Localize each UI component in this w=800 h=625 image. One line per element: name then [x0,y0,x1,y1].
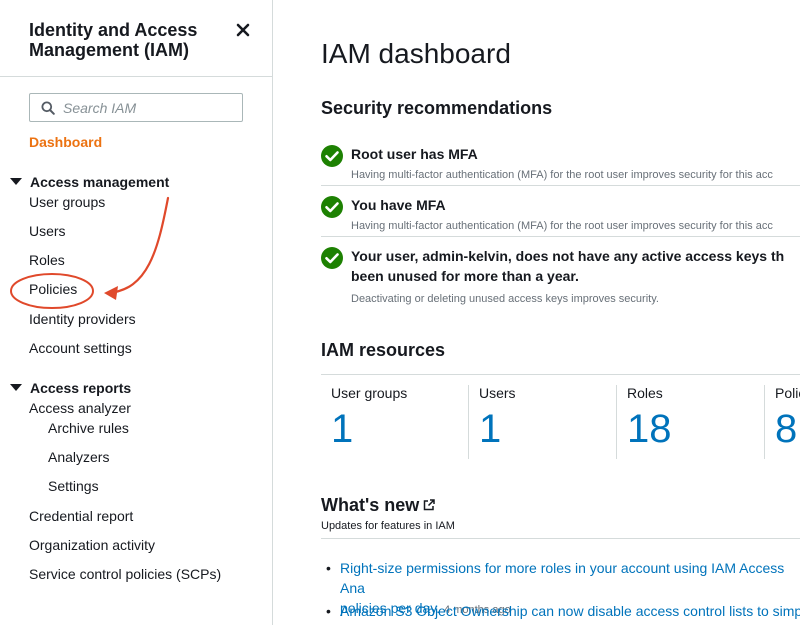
divider [616,385,617,459]
news-text: Right-size permissions for more roles in… [340,560,785,596]
recommendation-desc: Having multi-factor authentication (MFA)… [351,169,773,181]
search-box[interactable] [29,93,243,122]
sidebar-item-users[interactable]: Users [29,223,66,240]
divider [468,385,469,459]
resource-count[interactable]: 18 [627,407,672,451]
recommendation-item: Your user, admin-kelvin, does not have a… [321,237,800,311]
recommendation-item: Root user has MFA Having multi-factor au… [321,135,800,186]
recommendation-title: Root user has MFA [351,146,478,162]
search-icon [41,101,55,115]
annotation-arrow [106,196,170,295]
sidebar-item-credential-report[interactable]: Credential report [29,508,133,525]
section-access-reports[interactable]: Access reports [10,380,131,397]
resources-heading: IAM resources [321,340,446,360]
resource-label: Roles [627,385,663,401]
external-link-icon[interactable] [422,498,436,512]
main-content: IAM dashboard Security recommendations R… [273,0,800,625]
divider [764,385,765,459]
check-circle-icon [321,145,343,167]
recommendation-desc: Having multi-factor authentication (MFA)… [351,220,773,232]
sidebar-item-organization-activity[interactable]: Organization activity [29,537,155,554]
resource-label: User groups [331,385,408,401]
sidebar-item-account-settings[interactable]: Account settings [29,340,132,357]
news-link[interactable]: Amazon S3 Object Ownership can now disab… [340,601,800,621]
recommendation-item: You have MFA Having multi-factor authent… [321,186,800,237]
sidebar-item-identity-providers[interactable]: Identity providers [29,311,136,328]
sidebar-item-analyzers[interactable]: Analyzers [48,449,109,466]
recommendation-title: You have MFA [351,197,446,213]
page-title: IAM dashboard [321,38,511,69]
sidebar-item-policies[interactable]: Policies [29,281,77,298]
whats-new-subtitle: Updates for features in IAM [321,520,455,532]
security-recommendations: Root user has MFA Having multi-factor au… [321,135,800,311]
recommendation-title: Your user, admin-kelvin, does not have a… [351,248,785,264]
resource-label: Polic [775,385,800,401]
sidebar-item-scps[interactable]: Service control policies (SCPs) [29,566,221,583]
sidebar-header: Identity and Access Management (IAM) [0,0,272,77]
resource-label: Users [479,385,516,401]
news-item: • Amazon S3 Object Ownership can now dis… [326,601,800,621]
bullet: • [326,560,331,576]
resource-roles[interactable]: Roles 18 [627,385,672,461]
sidebar-item-roles[interactable]: Roles [29,252,65,269]
annotation-arrowhead [104,286,118,300]
resource-users[interactable]: Users 1 [479,385,516,461]
resource-count[interactable]: 1 [479,407,516,451]
recommendation-desc: Deactivating or deleting unused access k… [351,293,659,305]
section-label: Access management [30,174,170,190]
whats-new-heading: What's new [321,495,420,515]
section-label: Access reports [30,380,132,396]
search-input[interactable] [63,98,233,118]
iam-resources-panel: User groups 1 Users 1 Roles 18 Polic 8 [321,374,800,470]
resource-user-groups[interactable]: User groups 1 [331,385,407,461]
sidebar-item-archive-rules[interactable]: Archive rules [48,420,129,437]
resource-count[interactable]: 1 [331,407,407,451]
sidebar-item-dashboard[interactable]: Dashboard [29,134,102,151]
news-text: Amazon S3 Object Ownership can now disab… [340,603,800,619]
security-heading: Security recommendations [321,98,553,118]
divider [321,538,800,539]
check-circle-icon [321,247,343,269]
caret-down-icon [10,384,22,391]
resource-policies[interactable]: Polic 8 [775,385,800,461]
close-icon[interactable] [233,19,253,39]
sidebar-item-settings[interactable]: Settings [48,478,99,495]
bullet: • [326,603,331,619]
caret-down-icon [10,178,22,185]
resource-count[interactable]: 8 [775,407,800,451]
recommendation-title-cont: been unused for more than a year. [351,268,579,284]
check-circle-icon [321,196,343,218]
sidebar-item-user-groups[interactable]: User groups [29,194,105,211]
section-access-management[interactable]: Access management [10,174,169,191]
sidebar-item-access-analyzer[interactable]: Access analyzer [29,400,131,417]
sidebar-title: Identity and Access Management (IAM) [29,20,198,60]
sidebar: Identity and Access Management (IAM) Das… [0,0,273,625]
